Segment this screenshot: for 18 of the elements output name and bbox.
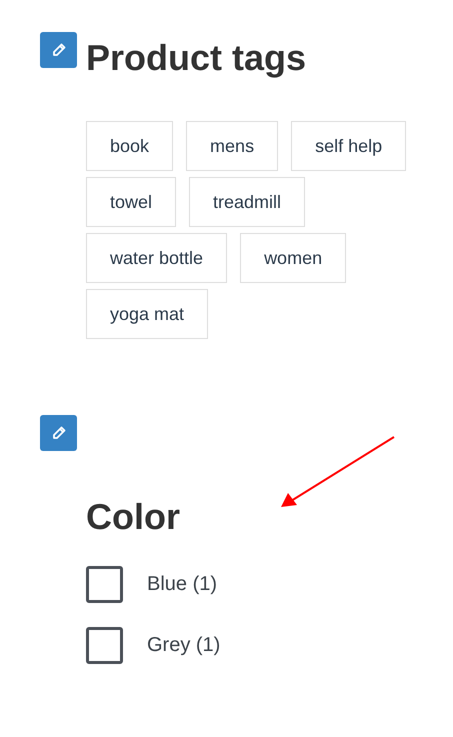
option-label: Grey (1)	[147, 634, 220, 657]
pencil-icon	[52, 43, 66, 57]
section-title: Product tags	[86, 36, 308, 80]
pencil-icon	[52, 426, 66, 440]
checkbox[interactable]	[86, 627, 123, 664]
tag-link[interactable]: yoga mat	[86, 289, 208, 339]
option-label: Blue (1)	[147, 573, 218, 596]
tag-link[interactable]: towel	[86, 177, 176, 227]
edit-button[interactable]	[40, 415, 77, 451]
checkbox[interactable]	[86, 566, 123, 603]
tag-link[interactable]: self help	[291, 121, 406, 171]
tag-link[interactable]: book	[86, 121, 174, 171]
tag-link[interactable]: women	[240, 233, 346, 283]
edit-button[interactable]	[40, 32, 77, 68]
tag-link[interactable]: mens	[186, 121, 278, 171]
tag-link[interactable]: water bottle	[86, 233, 228, 283]
tag-link[interactable]: treadmill	[189, 177, 306, 227]
section-title: Color	[86, 495, 181, 539]
